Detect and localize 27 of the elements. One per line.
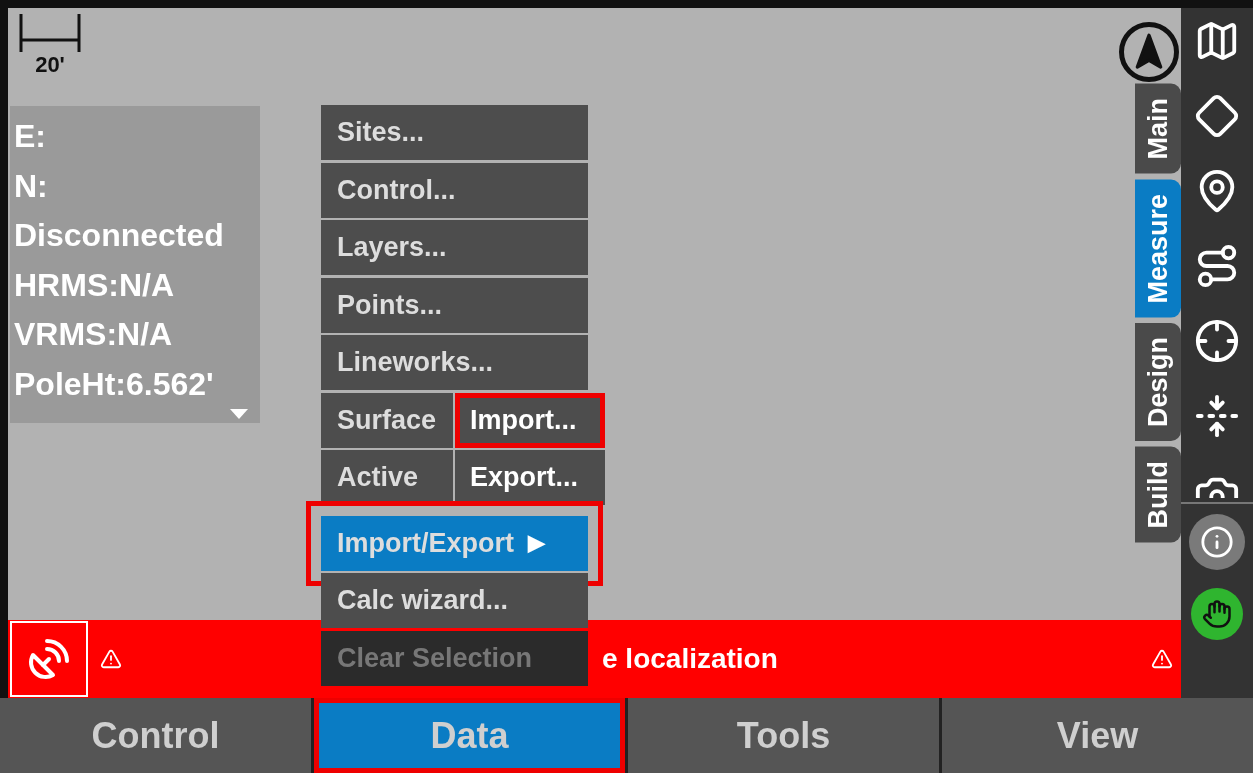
alert-message: e localization [602,643,778,675]
menu-item[interactable]: Import/Export ▶ [321,515,588,571]
readout-line: PoleHt:6.562' [14,364,215,404]
side-tab[interactable]: Build [1135,447,1181,543]
menu-item[interactable]: Surface [321,392,453,448]
submenu-arrow: ▶ [528,530,545,556]
submenu-item[interactable]: Import... [455,392,605,448]
menu-item[interactable]: Points... [321,277,588,333]
readout-line: Disconnected [14,216,225,255]
readout-line: N: [14,166,49,206]
menu-item[interactable]: Layers... [321,220,588,275]
side-tab[interactable]: Main [1135,84,1181,174]
bottom-tab[interactable]: Tools [628,698,939,773]
readout-line: VRMS:N/A [14,315,174,354]
readout-line: E: [14,117,47,156]
side-tab[interactable]: Measure [1135,179,1181,318]
side-tab[interactable]: Design [1135,323,1181,442]
menu-item[interactable]: Sites... [321,105,588,160]
submenu-item[interactable]: Export... [455,450,605,505]
menu-item[interactable]: Calc wizard... [321,573,588,628]
menu-item-label: Import/Export [337,527,514,559]
scale-label: 20' [35,52,65,78]
readout-line: HRMS:N/A [14,265,175,305]
bottom-tab[interactable]: Control [0,698,311,773]
bottom-tab[interactable]: View [942,698,1253,773]
menu-item[interactable]: Control... [321,162,588,218]
menu-item[interactable]: Lineworks... [321,335,588,390]
